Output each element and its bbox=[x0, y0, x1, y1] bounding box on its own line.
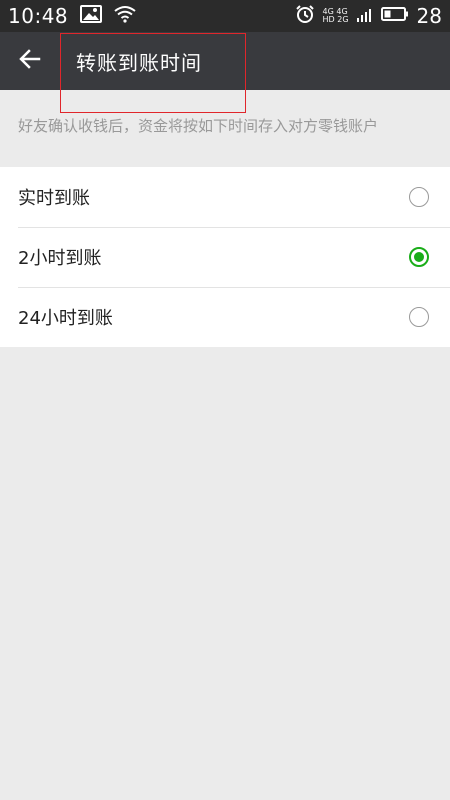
option-label: 2小时到账 bbox=[18, 248, 102, 269]
radio-button-checked[interactable] bbox=[409, 247, 429, 267]
option-list: 实时到账 2小时到账 24小时到账 bbox=[0, 167, 450, 347]
image-icon bbox=[80, 5, 103, 27]
option-24-hours[interactable]: 24小时到账 bbox=[0, 287, 450, 347]
battery-icon bbox=[380, 6, 409, 26]
wifi-icon bbox=[114, 5, 136, 27]
status-time: 10:48 bbox=[8, 4, 69, 28]
alarm-icon bbox=[295, 4, 315, 28]
battery-level: 28 bbox=[416, 4, 442, 28]
radio-button[interactable] bbox=[409, 187, 429, 207]
description-text: 好友确认收钱后，资金将按如下时间存入对方零钱账户 bbox=[18, 117, 379, 135]
signal-icon bbox=[356, 7, 373, 26]
option-realtime[interactable]: 实时到账 bbox=[0, 167, 450, 227]
option-label: 24小时到账 bbox=[18, 308, 113, 329]
toolbar: 转账到账时间 bbox=[0, 32, 450, 90]
page-title: 转账到账时间 bbox=[76, 50, 202, 75]
back-button[interactable] bbox=[0, 32, 60, 90]
option-2-hours[interactable]: 2小时到账 bbox=[0, 227, 450, 287]
arrow-left-icon bbox=[18, 47, 42, 75]
option-label: 实时到账 bbox=[18, 188, 90, 209]
radio-button[interactable] bbox=[409, 307, 429, 327]
network-type: 4G 4G HD 2G bbox=[323, 8, 349, 24]
network-line-2: HD 2G bbox=[322, 15, 349, 24]
status-bar: 10:48 4G 4G HD 2G 28 bbox=[0, 0, 450, 32]
